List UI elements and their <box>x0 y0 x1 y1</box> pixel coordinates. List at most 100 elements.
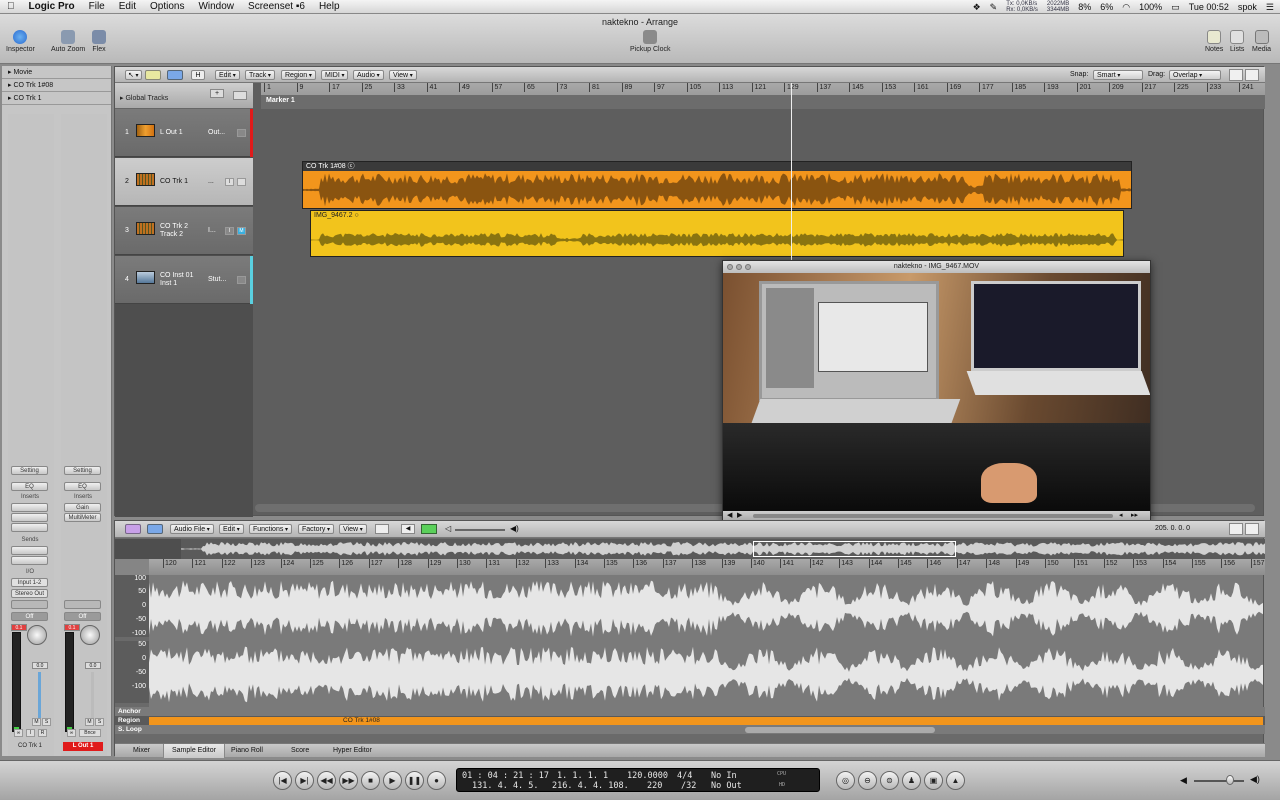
strip2-mute-button[interactable]: M <box>85 718 94 726</box>
strip1-record-button[interactable]: R <box>38 729 47 737</box>
metronome-icon[interactable]: ▲ <box>946 771 965 790</box>
se-hand-tool-icon[interactable] <box>1245 523 1259 535</box>
strip1-setting-button[interactable]: Setting <box>11 466 48 475</box>
link-icon[interactable] <box>145 70 161 80</box>
strip1-insert-slot-2[interactable] <box>11 513 48 522</box>
tab-mixer[interactable]: Mixer <box>125 744 158 758</box>
movie-scrubber[interactable] <box>753 514 1113 518</box>
menu-window[interactable]: Window <box>191 1 241 12</box>
auto-zoom-button[interactable]: Auto Zoom <box>51 30 85 53</box>
menu-edit[interactable]: Edit <box>112 1 143 12</box>
strip1-link-icon[interactable]: ∞ <box>14 729 23 737</box>
sync-icon[interactable]: ▣ <box>924 771 943 790</box>
back-arrow-icon[interactable]: ↖ <box>125 70 142 80</box>
tab-piano-roll[interactable]: Piano Roll <box>223 744 271 758</box>
track-row-1[interactable]: 1 L Out 1 Out... <box>115 109 253 157</box>
strip2-pan-knob[interactable] <box>80 625 100 645</box>
se-speaker-icon[interactable]: ◀ <box>401 524 415 534</box>
sample-loop-lane[interactable]: S. Loop <box>115 725 1265 734</box>
menu-file[interactable]: File <box>82 1 112 12</box>
strip1-output-button[interactable]: Stereo Out <box>11 589 48 598</box>
arrange-menu-region[interactable]: Region <box>281 70 316 80</box>
audio-region-co-trk[interactable]: CO Trk 1#08 ⓒ <box>302 161 1132 209</box>
minimize-icon[interactable] <box>736 264 742 270</box>
inspector-row-track[interactable]: ▸ CO Trk 1 <box>2 92 111 105</box>
strip1-solo-button[interactable]: S <box>42 718 51 726</box>
se-menu-functions[interactable]: Functions <box>249 524 293 534</box>
battery-readout[interactable]: 100% <box>1139 2 1162 12</box>
anchor-lane[interactable]: Anchor <box>115 707 1265 716</box>
sample-editor-scrollbar[interactable] <box>745 727 935 733</box>
wifi-icon[interactable]: ◠ <box>1122 2 1130 13</box>
track-1-mute-icon[interactable] <box>237 129 246 137</box>
close-icon[interactable] <box>727 264 733 270</box>
marker-lane[interactable]: Marker 1 <box>261 95 1265 109</box>
strip2-setting-button[interactable]: Setting <box>64 466 101 475</box>
strip1-automation-button[interactable]: Off <box>11 612 48 621</box>
se-pointer-tool-icon[interactable] <box>1229 523 1243 535</box>
arrange-menu-midi[interactable]: MIDI <box>321 70 349 80</box>
track-3-mute-icon[interactable]: M <box>237 227 246 235</box>
strip2-gain-slot[interactable]: Gain <box>64 503 101 512</box>
pause-icon[interactable]: ❚❚ <box>405 771 424 790</box>
user-menu[interactable]: spok <box>1238 2 1257 12</box>
waveform-display[interactable] <box>149 575 1263 707</box>
arrange-menu-edit[interactable]: Edit <box>215 70 240 80</box>
se-wave-icon[interactable] <box>375 524 389 534</box>
track-row-2[interactable]: 2 CO Trk 1 ... I <box>115 158 253 206</box>
app-menu[interactable]: Logic Pro <box>22 1 82 12</box>
audio-region-img[interactable]: IMG_9467.2 ○ <box>310 210 1124 257</box>
solo-icon[interactable]: ♟ <box>902 771 921 790</box>
strip1-volume-value[interactable]: 0.0 <box>32 662 48 669</box>
flex-button[interactable]: Flex <box>92 30 106 53</box>
inspector-row-region[interactable]: ▸ CO Trk 1#08 <box>2 79 111 92</box>
rewind-icon[interactable]: ◀◀ <box>317 771 336 790</box>
se-menu-factory[interactable]: Factory <box>298 524 335 534</box>
menu-help[interactable]: Help <box>312 1 347 12</box>
apple-icon[interactable]:  <box>0 1 22 12</box>
arrange-menu-track[interactable]: Track <box>245 70 275 80</box>
region-lane[interactable]: Region CO Trk 1#08 <box>115 716 1265 725</box>
track-2-mute-icon[interactable] <box>237 178 246 186</box>
marker-1[interactable]: Marker 1 <box>266 97 295 104</box>
pointer-tool-icon[interactable] <box>1229 69 1243 81</box>
catch-icon[interactable] <box>167 70 183 80</box>
tab-score[interactable]: Score <box>283 744 317 758</box>
replace-icon[interactable]: ⊜ <box>880 771 899 790</box>
pencil-tool-icon[interactable] <box>1245 69 1259 81</box>
strip2-solo-button[interactable]: S <box>95 718 104 726</box>
menu-options[interactable]: Options <box>143 1 191 12</box>
tab-hyper-editor[interactable]: Hyper Editor <box>325 744 380 758</box>
movie-title-bar[interactable]: naktekno - IMG_9467.MOV <box>723 261 1150 273</box>
go-to-end-icon[interactable]: ▶| <box>295 771 314 790</box>
region-bar[interactable]: CO Trk 1#08 <box>149 717 1263 725</box>
fast-forward-icon[interactable]: ▶▶ <box>339 771 358 790</box>
strip1-input-monitor-button[interactable]: I <box>26 729 35 737</box>
track-2-input-icon[interactable]: I <box>225 178 234 186</box>
movie-window[interactable]: naktekno - IMG_9467.MOV ◀ ▶ ◂ ▸▸ <box>722 260 1151 522</box>
inspector-button[interactable]: Inspector <box>6 30 35 53</box>
sample-editor-ruler[interactable]: 120 121 122 123 124 125 126 127 128 129 130 131 132 1… <box>149 559 1265 575</box>
strip1-pan-knob[interactable] <box>27 625 47 645</box>
strip2-group-slot[interactable] <box>64 600 101 609</box>
se-menu-edit[interactable]: Edit <box>219 524 244 534</box>
strip1-insert-slot-3[interactable] <box>11 523 48 532</box>
strip1-input-button[interactable]: Input 1-2 <box>11 578 48 587</box>
lists-button[interactable]: Lists <box>1230 30 1244 53</box>
master-volume-thumb[interactable] <box>1226 775 1234 785</box>
track-4-mute-icon[interactable] <box>237 276 246 284</box>
tab-sample-editor[interactable]: Sample Editor <box>163 744 225 758</box>
add-track-icon[interactable]: + <box>210 89 224 98</box>
track-row-4[interactable]: 4 CO Inst 01 Inst 1 Stut... <box>115 256 253 304</box>
zoom-window-icon[interactable] <box>745 264 751 270</box>
strip2-bounce-button[interactable]: Bnce <box>79 729 101 737</box>
strip1-mute-button[interactable]: M <box>32 718 41 726</box>
go-to-start-icon[interactable]: |◀ <box>273 771 292 790</box>
se-loop-icon[interactable] <box>421 524 437 534</box>
inspector-row-movie[interactable]: ▸ Movie <box>2 66 111 79</box>
dropbox-icon[interactable]: ❖ <box>973 2 981 13</box>
strip2-eq-button[interactable]: EQ <box>64 482 101 491</box>
list-icon[interactable]: ☰ <box>1266 2 1274 13</box>
drag-select[interactable]: Overlap <box>1169 70 1221 80</box>
pickup-clock-button[interactable]: Pickup Clock <box>630 30 670 53</box>
